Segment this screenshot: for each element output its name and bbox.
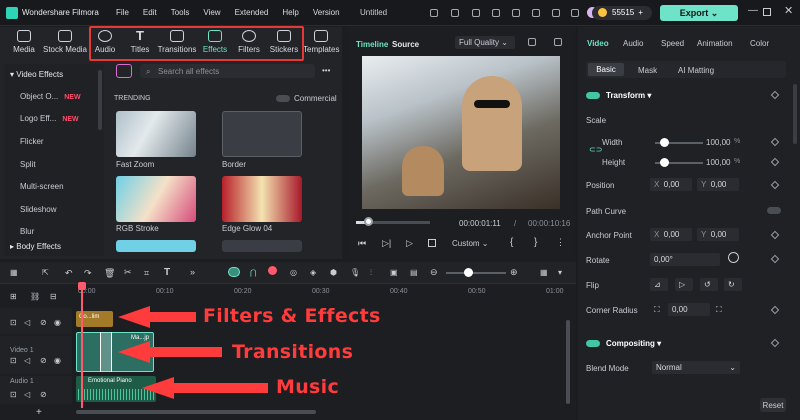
annotation-overlay <box>118 306 268 399</box>
annotation-filters-effects: Filters & Effects <box>203 305 381 327</box>
annotation-transitions: Transitions <box>232 341 354 363</box>
annotation-music: Music <box>276 376 340 398</box>
annotation-arrow <box>118 306 196 328</box>
annotation-arrow <box>142 377 268 399</box>
annotation-arrow <box>118 341 222 363</box>
app-window: Wondershare Filmora File Edit Tools View… <box>0 0 800 420</box>
